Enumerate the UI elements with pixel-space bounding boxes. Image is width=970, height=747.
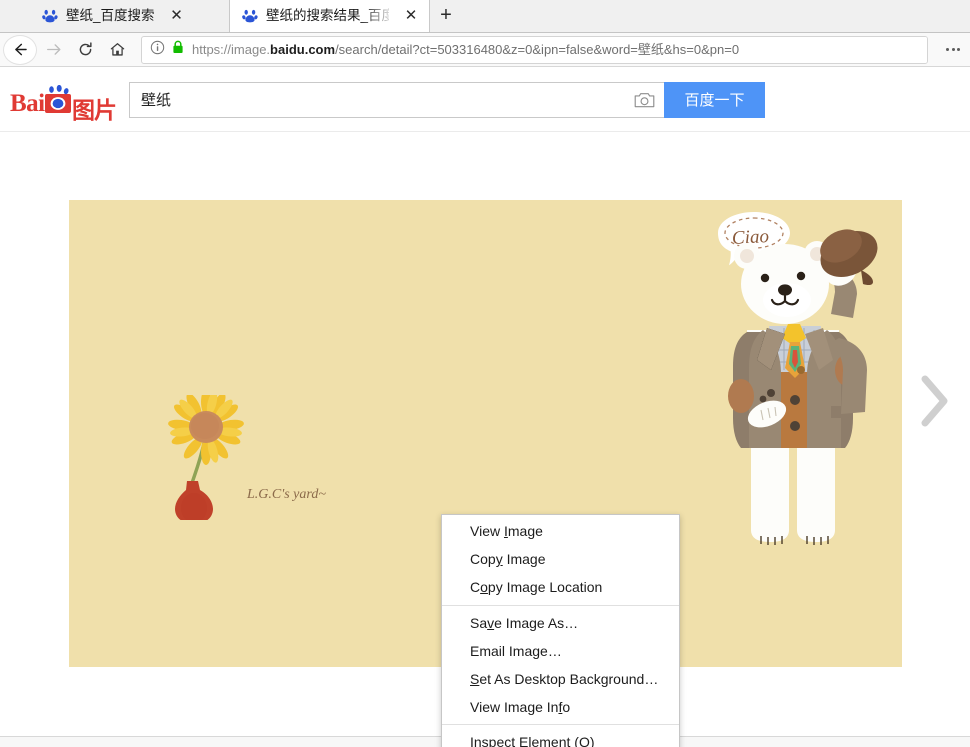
ellipsis-icon[interactable] <box>936 35 970 65</box>
baidu-paw-icon <box>242 8 258 24</box>
baidu-paw-icon <box>42 8 58 24</box>
tab-title: 壁纸的搜索结果_百度图片 <box>266 7 389 23</box>
url-text: https://image.baidu.com/search/detail?ct… <box>192 42 739 58</box>
context-menu-item-view-image[interactable]: View Image <box>442 517 679 545</box>
tabstrip-lead-space <box>0 0 30 32</box>
next-image-button[interactable] <box>912 369 956 433</box>
info-circle-icon[interactable] <box>150 40 166 60</box>
context-menu-item-copy-image-location[interactable]: Copy Image Location <box>442 573 679 601</box>
forward-button <box>37 35 69 65</box>
context-menu-item-view-image-info[interactable]: View Image Info <box>442 693 679 721</box>
arrow-right-icon <box>46 44 60 55</box>
tab-strip: 壁纸_百度搜索 ✕ 壁纸的搜索结果_百度图片 ✕ + <box>0 0 970 33</box>
url-domain: baidu.com <box>270 41 336 57</box>
context-menu-item-copy-image[interactable]: Copy Image <box>442 545 679 573</box>
context-menu-item-email-image[interactable]: Email Image… <box>442 637 679 665</box>
reload-icon <box>79 42 92 56</box>
address-bar[interactable]: https://image.baidu.com/search/detail?ct… <box>141 35 928 64</box>
logo-text-bai: Bai <box>10 89 45 117</box>
dot <box>951 48 955 51</box>
back-button[interactable] <box>3 34 37 65</box>
polar-bear-illustration <box>689 210 902 560</box>
tab-wallpaper-image-results[interactable]: 壁纸的搜索结果_百度图片 ✕ <box>230 0 430 32</box>
reload-button[interactable] <box>69 35 101 65</box>
baidu-header: Bai 图片 壁纸 百度一下 <box>0 68 970 132</box>
context-menu-item-set-as-desktop-background[interactable]: Set As Desktop Background… <box>442 665 679 693</box>
dot <box>946 48 949 51</box>
home-icon <box>110 43 124 56</box>
image-context-menu[interactable]: View Image Copy Image Copy Image Locatio… <box>441 514 680 747</box>
menu-label: Email Image… <box>470 642 562 659</box>
arrow-left-icon <box>14 43 27 56</box>
context-menu-item-save-image-as[interactable]: Save Image As… <box>442 609 679 637</box>
context-menu-separator <box>442 604 679 606</box>
menu-label: Inspect Element (Q) <box>470 734 595 747</box>
image-caption-text: L.G.C's yard~ <box>247 487 326 502</box>
search-button[interactable]: 百度一下 <box>664 81 765 118</box>
padlock-icon <box>172 40 184 59</box>
url-fade-overlay <box>901 36 927 63</box>
close-icon[interactable]: ✕ <box>165 4 189 28</box>
camera-icon[interactable] <box>632 88 656 112</box>
context-menu-item-inspect-element[interactable]: Inspect Element (Q) <box>442 728 679 747</box>
tab-wallpaper-search[interactable]: 壁纸_百度搜索 ✕ <box>30 0 230 32</box>
menu-label: Save Image As… <box>470 614 579 631</box>
search-input-wrapper[interactable] <box>129 81 664 118</box>
home-button[interactable] <box>101 35 133 65</box>
tab-title: 壁纸_百度搜索 <box>66 7 155 23</box>
context-menu-separator <box>442 724 679 726</box>
menu-label: View Image Info <box>470 699 571 716</box>
close-icon[interactable]: ✕ <box>399 4 423 28</box>
baidu-paw-logo-icon <box>43 84 73 115</box>
navigation-toolbar: https://image.baidu.com/search/detail?ct… <box>0 33 970 67</box>
url-scheme: https://image. <box>192 41 271 57</box>
logo-text-images: 图片 <box>72 96 117 123</box>
url-path: /search/detail?ct=503316480&z=0&ipn=fals… <box>335 41 740 57</box>
baidu-images-logo[interactable]: Bai 图片 <box>10 81 118 123</box>
baidu-search-form: 百度一下 <box>129 81 765 118</box>
menu-label: Copy Image <box>470 551 546 568</box>
new-tab-button[interactable]: + <box>430 0 462 32</box>
menu-label: Copy Image Location <box>470 579 603 596</box>
chevron-right-icon <box>921 375 948 427</box>
search-input[interactable] <box>141 82 632 117</box>
menu-label: Set As Desktop Background… <box>470 671 659 688</box>
dot <box>957 48 960 51</box>
menu-label: View Image <box>470 523 543 540</box>
browser-window: 壁纸_百度搜索 ✕ 壁纸的搜索结果_百度图片 ✕ + <box>0 0 970 747</box>
